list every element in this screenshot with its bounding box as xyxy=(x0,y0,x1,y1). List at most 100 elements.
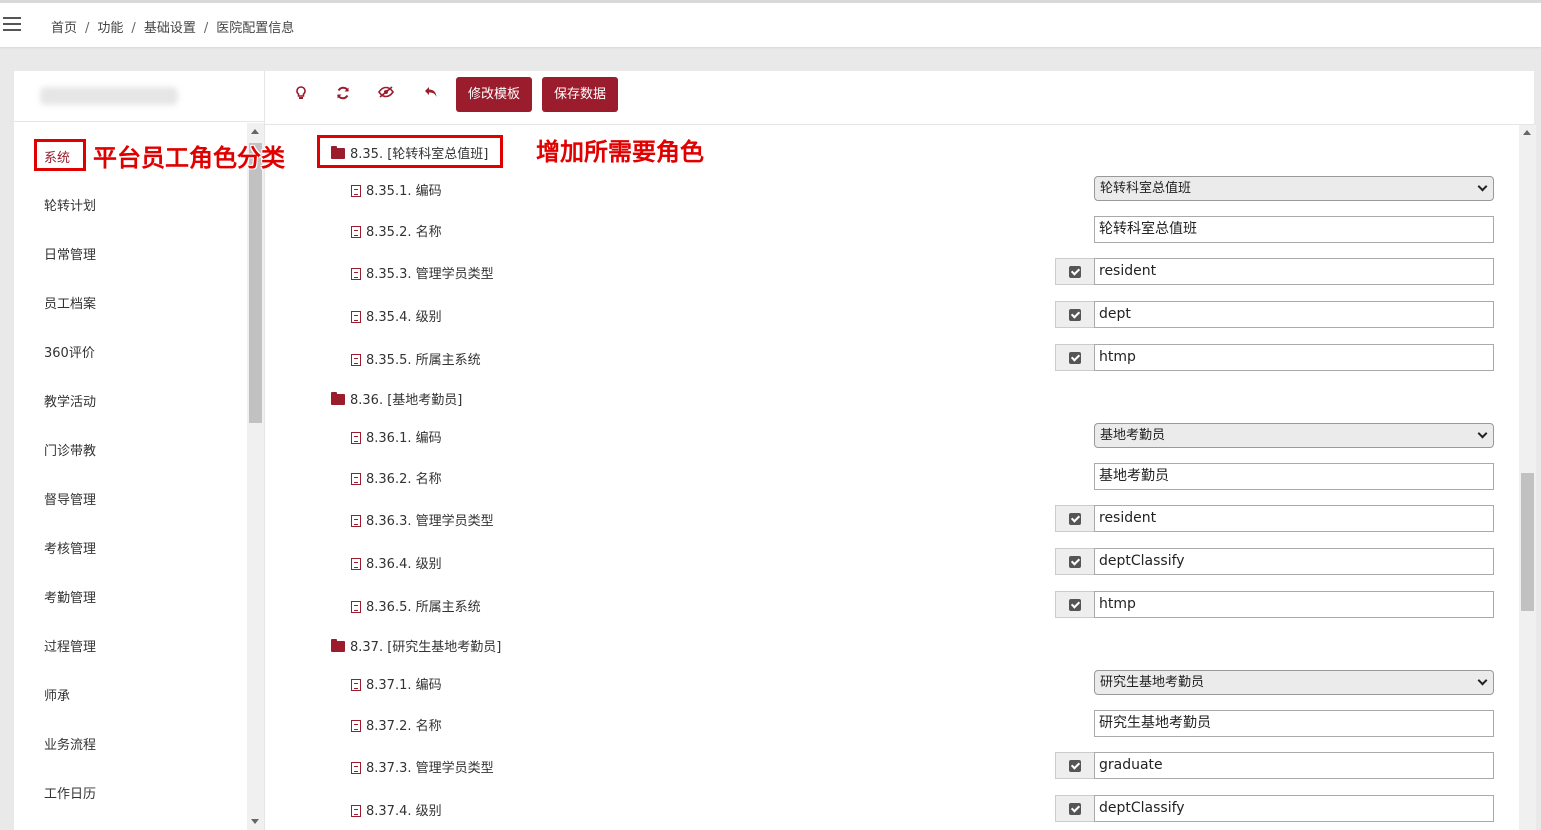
save-data-button[interactable]: 保存数据 xyxy=(542,77,619,112)
chevron-down-icon xyxy=(1477,428,1488,439)
sidebar-item-rotation-plan[interactable]: 轮转计划 xyxy=(44,195,96,214)
undo-icon[interactable] xyxy=(422,86,440,104)
checkbox-checked-icon[interactable] xyxy=(1069,556,1081,568)
checkbox-addon[interactable] xyxy=(1055,548,1095,575)
name-input[interactable]: 基地考勤员 xyxy=(1094,463,1494,490)
breadcrumb-separator: / xyxy=(85,21,90,36)
sidebar-scrollbar[interactable] xyxy=(247,123,264,830)
annotation-label-role-category: 平台员工角色分类 xyxy=(93,143,285,172)
checkbox-addon[interactable] xyxy=(1055,795,1095,822)
main-panel: 修改模板 保存数据 8.35. [轮转科室总值班] 8.35.1. 编码 轮转科… xyxy=(264,71,1534,830)
menu-icon[interactable] xyxy=(3,17,21,31)
sidebar-item-assessment[interactable]: 考核管理 xyxy=(44,538,96,557)
checkbox-checked-icon[interactable] xyxy=(1069,352,1081,364)
field-label: 8.35.3. 管理学员类型 xyxy=(366,267,494,282)
file-icon xyxy=(351,720,361,732)
field-label: 8.37.2. 名称 xyxy=(366,719,442,734)
field-label: 8.36.3. 管理学员类型 xyxy=(366,514,494,529)
checkbox-addon[interactable] xyxy=(1055,505,1095,532)
main-system-input[interactable]: htmp xyxy=(1094,591,1494,618)
tree-leaf: 8.35.3. 管理学员类型 xyxy=(351,263,494,282)
student-type-input[interactable]: resident xyxy=(1094,505,1494,532)
checkbox-addon[interactable] xyxy=(1055,344,1095,371)
level-input[interactable]: dept xyxy=(1094,301,1494,328)
breadcrumb-item-basic-settings[interactable]: 基础设置 xyxy=(144,21,196,36)
scroll-down-icon[interactable] xyxy=(251,819,259,824)
sidebar-item-360-evaluation[interactable]: 360评价 xyxy=(44,342,95,361)
select-value: 轮转科室总值班 xyxy=(1100,181,1192,196)
student-type-input[interactable]: graduate xyxy=(1094,752,1494,779)
scroll-up-icon[interactable] xyxy=(1523,130,1531,135)
sidebar-item-attendance[interactable]: 考勤管理 xyxy=(44,587,96,606)
checkbox-addon[interactable] xyxy=(1055,752,1095,779)
field-label: 8.35.5. 所属主系统 xyxy=(366,353,481,368)
field-label: 8.36.1. 编码 xyxy=(366,431,442,446)
checkbox-checked-icon[interactable] xyxy=(1069,803,1081,815)
file-icon xyxy=(351,762,361,774)
checkbox-checked-icon[interactable] xyxy=(1069,513,1081,525)
sidebar-item-daily-management[interactable]: 日常管理 xyxy=(44,244,96,263)
field-label: 8.35.2. 名称 xyxy=(366,225,442,240)
breadcrumb-item-function[interactable]: 功能 xyxy=(97,21,123,36)
checkbox-checked-icon[interactable] xyxy=(1069,760,1081,772)
sidebar-item-process-management[interactable]: 过程管理 xyxy=(44,636,96,655)
top-bar: 首页 / 功能 / 基础设置 / 医院配置信息 xyxy=(0,0,1541,47)
file-icon xyxy=(351,558,361,570)
checkbox-checked-icon[interactable] xyxy=(1069,599,1081,611)
tree-leaf: 8.37.1. 编码 xyxy=(351,674,442,693)
main-scrollbar[interactable] xyxy=(1519,125,1536,830)
sidebar-scroll-thumb[interactable] xyxy=(249,143,262,423)
checkbox-addon[interactable] xyxy=(1055,591,1095,618)
breadcrumb-item-home[interactable]: 首页 xyxy=(51,21,77,36)
tree-leaf: 8.37.3. 管理学员类型 xyxy=(351,757,494,776)
checkbox-addon[interactable] xyxy=(1055,258,1095,285)
eye-slash-icon[interactable] xyxy=(377,86,395,104)
scroll-up-icon[interactable] xyxy=(251,129,259,134)
code-select[interactable]: 研究生基地考勤员 xyxy=(1094,670,1494,695)
refresh-icon[interactable] xyxy=(334,86,352,104)
field-label: 8.35.1. 编码 xyxy=(366,184,442,199)
file-icon xyxy=(351,226,361,238)
file-icon xyxy=(351,805,361,817)
sidebar-item-staff-records[interactable]: 员工档案 xyxy=(44,293,96,312)
tree-folder-8-36[interactable]: 8.36. [基地考勤员] xyxy=(331,389,462,408)
blurred-title xyxy=(40,87,178,105)
file-icon xyxy=(351,515,361,527)
tree-leaf: 8.37.4. 级别 xyxy=(351,800,442,819)
file-icon xyxy=(351,473,361,485)
field-label: 8.37.4. 级别 xyxy=(366,804,442,819)
sidebar-item-work-calendar[interactable]: 工作日历 xyxy=(44,783,96,802)
sidebar-item-teaching-activities[interactable]: 教学活动 xyxy=(44,391,96,410)
sidebar-item-mentorship[interactable]: 师承 xyxy=(44,685,70,704)
tree-leaf: 8.37.2. 名称 xyxy=(351,715,442,734)
code-select[interactable]: 轮转科室总值班 xyxy=(1094,176,1494,201)
file-icon xyxy=(351,268,361,280)
sidebar-item-outpatient-teaching[interactable]: 门诊带教 xyxy=(44,440,96,459)
sidebar-item-supervision[interactable]: 督导管理 xyxy=(44,489,96,508)
name-input[interactable]: 研究生基地考勤员 xyxy=(1094,710,1494,737)
field-label: 8.36.2. 名称 xyxy=(366,472,442,487)
code-select[interactable]: 基地考勤员 xyxy=(1094,423,1494,448)
tree-folder-label: 8.37. [研究生基地考勤员] xyxy=(350,640,502,655)
checkbox-checked-icon[interactable] xyxy=(1069,309,1081,321)
level-input[interactable]: deptClassify xyxy=(1094,548,1494,575)
checkbox-checked-icon[interactable] xyxy=(1069,266,1081,278)
main-scroll-thumb[interactable] xyxy=(1521,473,1534,611)
annotation-label-add-role: 增加所需要角色 xyxy=(536,137,704,166)
level-input[interactable]: deptClassify xyxy=(1094,795,1494,822)
sidebar-item-workflow[interactable]: 业务流程 xyxy=(44,734,96,753)
tree-leaf: 8.35.1. 编码 xyxy=(351,180,442,199)
file-icon xyxy=(351,432,361,444)
main-system-input[interactable]: htmp xyxy=(1094,344,1494,371)
checkbox-addon[interactable] xyxy=(1055,301,1095,328)
lightbulb-icon[interactable] xyxy=(292,86,310,104)
file-icon xyxy=(351,311,361,323)
edit-template-button[interactable]: 修改模板 xyxy=(456,77,533,112)
annotation-box-system xyxy=(34,139,86,171)
student-type-input[interactable]: resident xyxy=(1094,258,1494,285)
chevron-down-icon xyxy=(1477,675,1488,686)
field-label: 8.37.1. 编码 xyxy=(366,678,442,693)
file-icon xyxy=(351,185,361,197)
tree-folder-8-37[interactable]: 8.37. [研究生基地考勤员] xyxy=(331,636,501,655)
name-input[interactable]: 轮转科室总值班 xyxy=(1094,216,1494,243)
